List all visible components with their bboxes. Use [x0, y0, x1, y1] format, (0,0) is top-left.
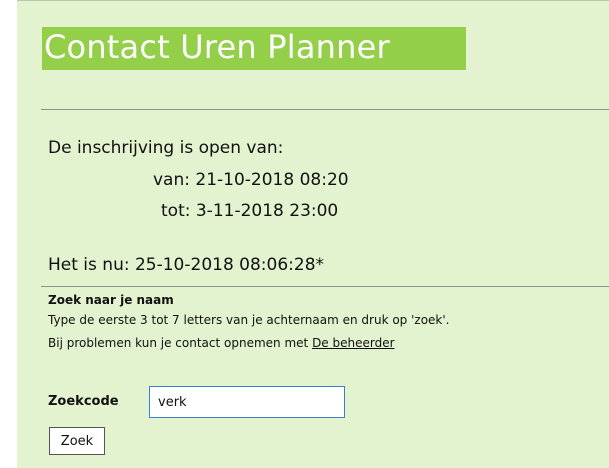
page-panel: Contact Uren Planner De inschrijving is … — [17, 0, 609, 468]
search-heading: Zoek naar je naam — [48, 293, 174, 307]
registration-to: tot: 3-11-2018 23:00 — [161, 201, 339, 221]
admin-contact-link[interactable]: De beheerder — [312, 336, 394, 350]
divider-search — [41, 286, 609, 287]
search-code-label: Zoekcode — [48, 394, 119, 409]
contact-line: Bij problemen kun je contact opnemen met… — [48, 336, 395, 350]
search-button[interactable]: Zoek — [49, 427, 105, 455]
current-time: Het is nu: 25-10-2018 08:06:28* — [48, 255, 325, 275]
registration-from: van: 21-10-2018 08:20 — [153, 170, 349, 190]
contact-prefix: Bij problemen kun je contact opnemen met — [48, 336, 313, 350]
divider-top — [41, 109, 609, 110]
page-title: Contact Uren Planner — [44, 28, 390, 66]
search-instructions: Type de eerste 3 tot 7 letters van je ac… — [48, 313, 450, 327]
registration-open-label: De inschrijving is open van: — [48, 138, 284, 158]
search-code-input[interactable] — [149, 386, 345, 418]
